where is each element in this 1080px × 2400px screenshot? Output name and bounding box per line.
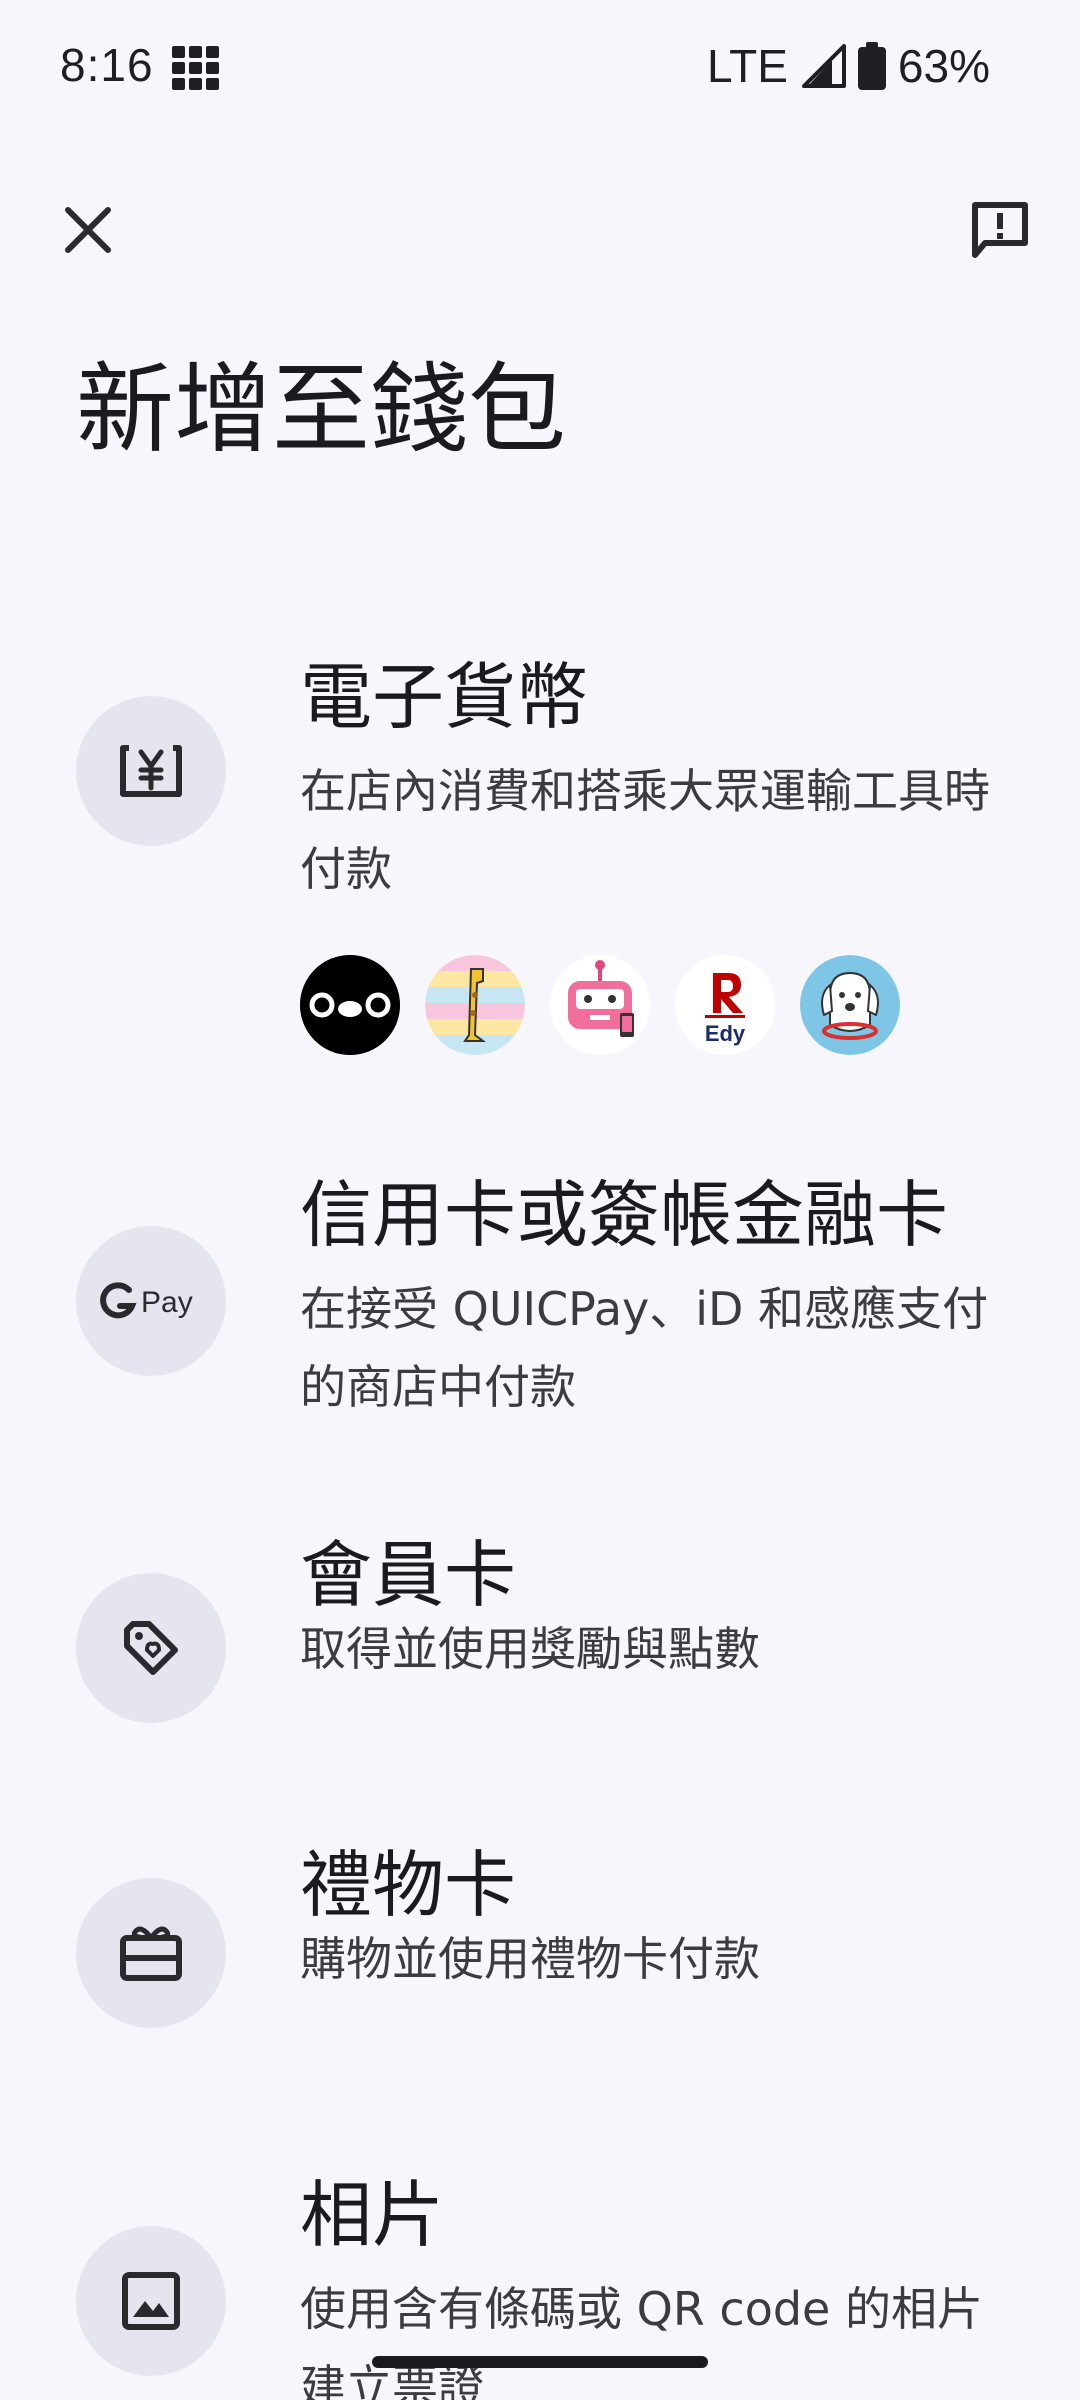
suica-penguin-logo [300,955,400,1055]
top-app-bar [0,180,1080,280]
option-title: 電子貨幣 [300,655,589,739]
option-credit-debit[interactable]: Pay 信用卡或簽帳金融卡 在接受 QUICPay、iD 和感應支付的商店中付款 [0,1170,1080,1470]
yen-icon [120,745,182,797]
option-icon-circle [76,1573,226,1723]
status-time: 8:16 [60,39,154,91]
network-type: LTE [706,40,788,92]
status-indicators: LTE 63% [707,38,990,94]
option-gift-card[interactable]: 禮物卡 購物並使用禮物卡付款 [0,1843,1080,2060]
option-description: 取得並使用獎勵與點數 [300,1622,760,1676]
feedback-icon [972,202,1028,258]
page-title: 新增至錢包 [76,353,567,467]
option-title: 信用卡或簽帳金融卡 [300,1173,949,1257]
option-description: 在店內消費和搭乘大眾運輸工具時付款 [300,764,990,896]
status-bar: 8:16 LTE 63% [0,0,1080,132]
feedback-button[interactable] [950,180,1050,280]
gpay-icon: Pay [100,1282,193,1319]
rakuten-edy-logo: Edy [675,955,775,1055]
option-title: 相片 [300,2173,445,2257]
option-icon-circle [76,696,226,846]
option-icon-circle [76,2226,226,2376]
option-description: 使用含有條碼或 QR code 的相片建立票證 [300,2282,983,2400]
loyalty-tag-icon [124,1621,178,1675]
option-title: 禮物卡 [300,1843,517,1927]
edy-text: Edy [705,1021,746,1046]
photo-icon [122,2272,180,2330]
option-icon-circle: Pay [76,1226,226,1376]
gpay-text: Pay [141,1286,193,1319]
option-icon-circle [76,1878,226,2028]
gift-card-icon [120,1926,182,1981]
option-loyalty[interactable]: 會員卡 取得並使用獎勵與點數 [0,1533,1080,1750]
battery-percent: 63% [897,40,990,92]
grid-icon [172,46,220,90]
nanaco-robot-logo [550,955,650,1055]
brand-logos-row: Edy [300,955,900,1055]
option-description: 在接受 QUICPay、iD 和感應支付的商店中付款 [300,1282,989,1414]
battery-icon [857,42,886,90]
close-icon [65,207,111,253]
option-description: 購物並使用禮物卡付款 [300,1932,760,1986]
signal-icon [800,44,846,88]
option-title: 會員卡 [300,1533,517,1617]
home-indicator[interactable] [372,2356,708,2368]
waon-dog-logo [800,955,900,1055]
close-button[interactable] [40,180,136,280]
manaca-giraffe-logo [425,955,525,1055]
